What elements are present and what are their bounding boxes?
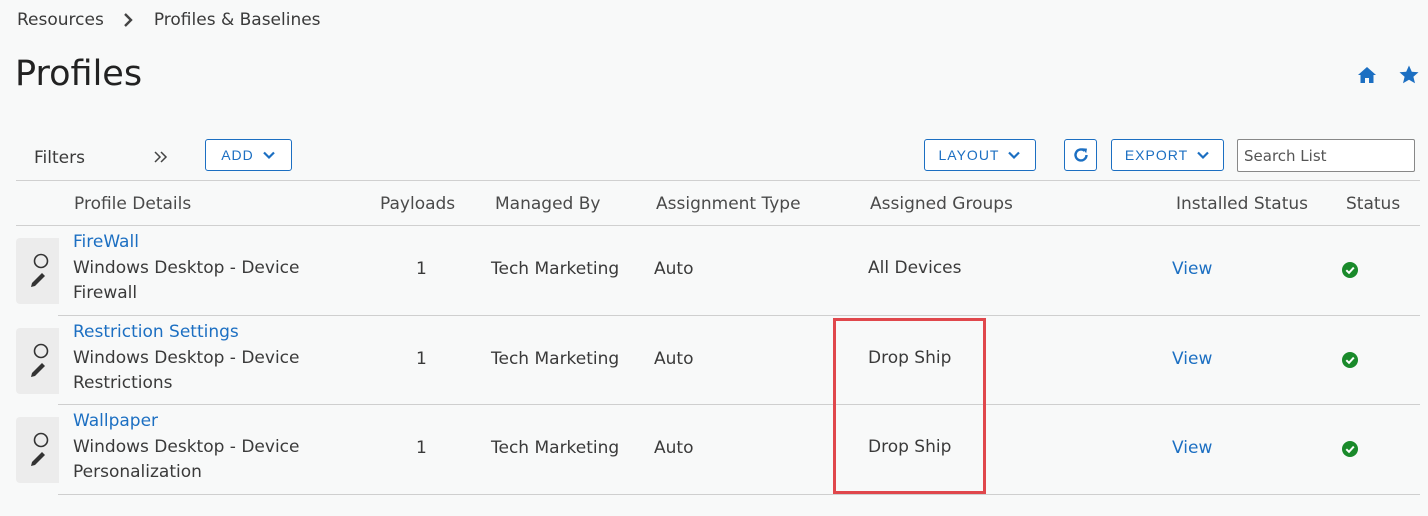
profiles-table: Profile Details Payloads Managed By Assi… <box>16 180 1420 495</box>
edit-view-button[interactable] <box>16 327 59 394</box>
page-title: Profiles <box>15 54 143 94</box>
edit-view-icon <box>24 251 52 291</box>
installed-status-view-link[interactable]: View <box>1172 349 1212 369</box>
assigned-groups-cell: Drop Ship <box>868 347 952 368</box>
search-input[interactable] <box>1237 139 1415 172</box>
profile-name-link[interactable]: FireWall <box>73 232 139 252</box>
table-row: Wallpaper Windows Desktop - Device Perso… <box>16 405 1420 495</box>
column-header-managed-by[interactable]: Managed By <box>495 194 600 214</box>
column-header-payloads[interactable]: Payloads <box>380 194 455 214</box>
managed-by-cell: Tech Marketing <box>491 348 620 369</box>
column-header-status[interactable]: Status <box>1346 194 1400 214</box>
installed-status-view-link[interactable]: View <box>1172 438 1212 458</box>
table-header: Profile Details Payloads Managed By Assi… <box>16 180 1420 226</box>
refresh-button[interactable] <box>1064 139 1097 171</box>
check-circle-icon <box>1342 262 1358 278</box>
profile-description: Windows Desktop - Device Personalization <box>73 437 300 482</box>
managed-by-cell: Tech Marketing <box>491 259 620 279</box>
edit-view-icon <box>24 341 52 381</box>
chevron-down-icon <box>1007 148 1021 162</box>
export-button-label: EXPORT <box>1124 147 1189 163</box>
assigned-groups-cell: Drop Ship <box>868 437 952 457</box>
breadcrumb-current: Profiles & Baselines <box>153 10 321 30</box>
chevron-down-icon <box>262 148 276 162</box>
table-row: Restriction Settings Windows Desktop - D… <box>16 316 1420 405</box>
assignment-type-cell: Auto <box>654 259 694 279</box>
breadcrumb-resources-link[interactable]: Resources <box>17 10 104 30</box>
export-button[interactable]: EXPORT <box>1111 139 1224 171</box>
filters-label: Filters <box>34 148 85 168</box>
table-row: FireWall Windows Desktop - Device Firewa… <box>16 226 1420 316</box>
profile-description: Windows Desktop - Device Restrictions <box>73 347 300 393</box>
add-button[interactable]: ADD <box>205 139 292 171</box>
installed-status-view-link[interactable]: View <box>1172 259 1212 279</box>
column-header-installed-status[interactable]: Installed Status <box>1176 194 1308 214</box>
profile-name-link[interactable]: Wallpaper <box>73 411 158 431</box>
layout-button[interactable]: LAYOUT <box>924 139 1036 171</box>
column-header-assignment-type[interactable]: Assignment Type <box>656 194 801 214</box>
layout-button-label: LAYOUT <box>938 147 1000 163</box>
assigned-groups-cell: All Devices <box>868 258 962 278</box>
edit-view-button[interactable] <box>16 417 59 483</box>
check-circle-icon <box>1342 351 1358 368</box>
page-actions <box>1356 64 1420 86</box>
breadcrumb: Resources Profiles & Baselines <box>17 10 321 30</box>
edit-view-icon <box>24 430 52 470</box>
home-icon[interactable] <box>1356 64 1378 86</box>
toolbar: Filters ADD LAYOUT EXPORT <box>16 136 1416 180</box>
star-icon[interactable] <box>1398 64 1420 86</box>
payloads-cell: 1 <box>416 259 427 279</box>
assignment-type-cell: Auto <box>654 348 694 369</box>
managed-by-cell: Tech Marketing <box>491 438 620 458</box>
profile-description: Windows Desktop - Device Firewall <box>73 258 300 303</box>
double-chevron-right-icon[interactable] <box>152 148 170 166</box>
chevron-down-icon <box>1196 148 1210 162</box>
check-circle-icon <box>1342 441 1358 457</box>
payloads-cell: 1 <box>416 348 427 369</box>
refresh-icon <box>1072 146 1090 164</box>
profile-name-link[interactable]: Restriction Settings <box>73 322 239 342</box>
column-header-assigned-groups[interactable]: Assigned Groups <box>870 194 1013 214</box>
edit-view-button[interactable] <box>16 238 59 304</box>
payloads-cell: 1 <box>416 438 427 458</box>
column-header-profile-details[interactable]: Profile Details <box>74 194 191 214</box>
add-button-label: ADD <box>221 147 254 163</box>
assignment-type-cell: Auto <box>654 438 694 458</box>
chevron-right-icon <box>122 13 134 27</box>
